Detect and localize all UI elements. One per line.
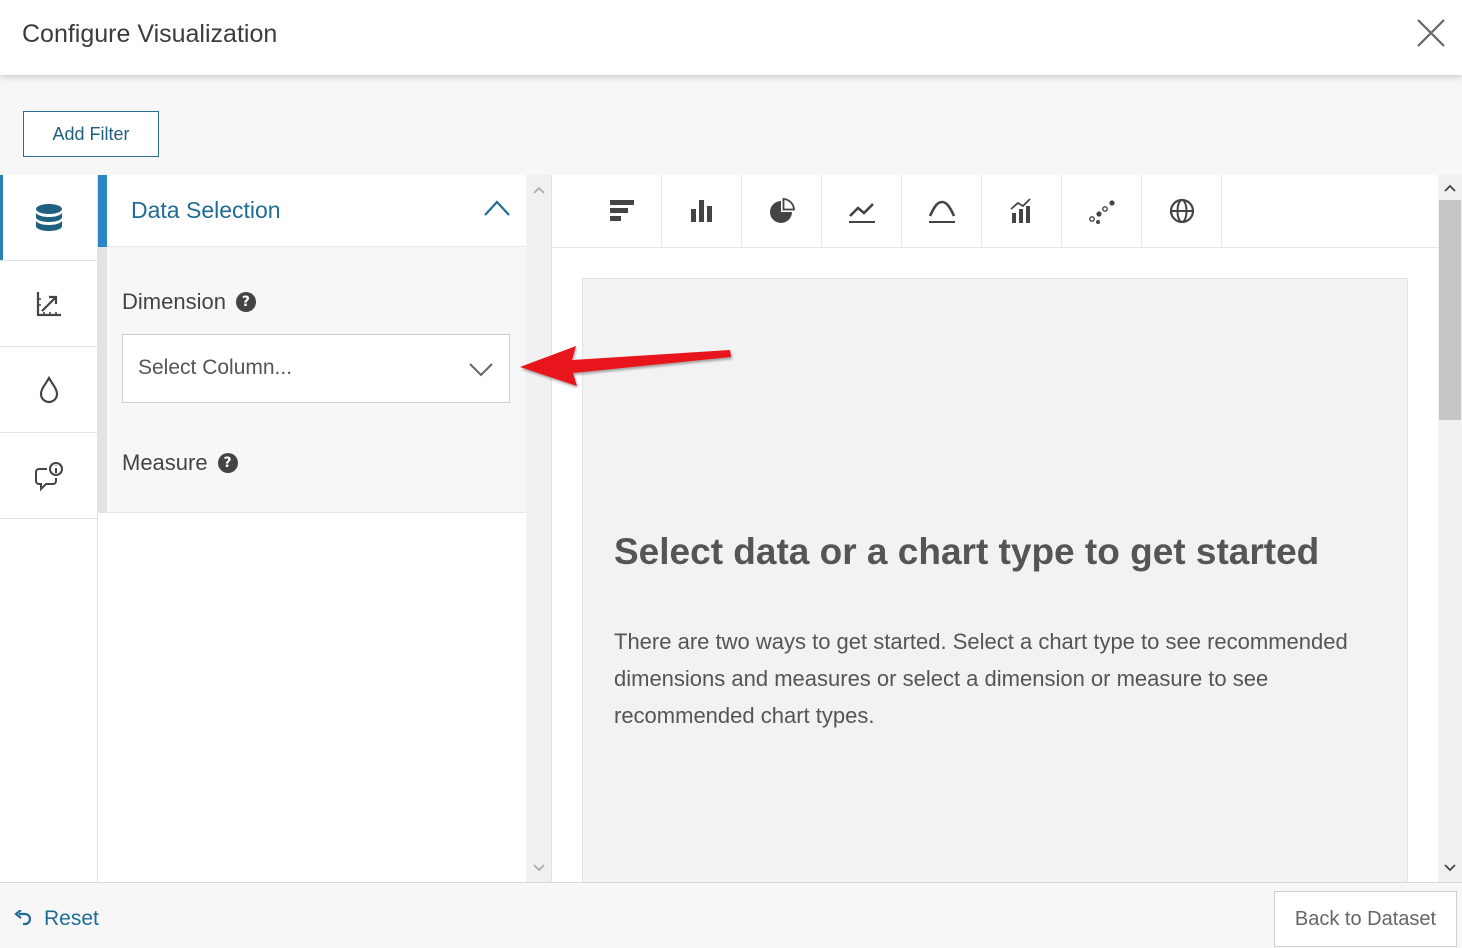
back-to-dataset-button[interactable]: Back to Dataset xyxy=(1274,891,1457,947)
info-bubble-icon xyxy=(34,461,63,491)
panel-accent-bar xyxy=(98,175,107,247)
empty-state-description: There are two ways to get started. Selec… xyxy=(614,629,1348,728)
close-icon xyxy=(1417,19,1445,47)
horizontal-bar-chart-icon xyxy=(609,200,634,221)
reset-button[interactable]: Reset xyxy=(14,907,99,931)
configure-visualization-dialog: Configure Visualization Add Filter Data … xyxy=(0,0,1462,948)
data-selection-title: Data Selection xyxy=(131,197,281,223)
measure-label-text: Measure xyxy=(122,450,208,475)
chart-type-map[interactable] xyxy=(1142,175,1222,247)
chart-type-column[interactable] xyxy=(662,175,742,247)
panel-gutter xyxy=(98,247,107,513)
annotation-arrow-icon xyxy=(520,346,731,386)
rail-item-info[interactable] xyxy=(0,433,97,519)
panel-scrollbar[interactable] xyxy=(526,175,552,882)
data-selection-body: Dimension ? Select Column... Measure ? xyxy=(107,247,526,513)
scroll-up-icon[interactable] xyxy=(532,185,546,195)
dialog-header: Configure Visualization xyxy=(0,0,1462,75)
line-chart-icon xyxy=(848,203,875,223)
area-chart-icon xyxy=(928,200,955,223)
measure-label: Measure ? xyxy=(122,450,238,476)
rail-item-data[interactable] xyxy=(0,175,97,261)
map-globe-icon xyxy=(1169,198,1194,224)
chevron-down-icon xyxy=(469,363,493,377)
dialog-title: Configure Visualization xyxy=(22,20,278,48)
chart-type-combo[interactable] xyxy=(982,175,1062,247)
reset-label: Reset xyxy=(44,907,99,930)
chart-type-pie[interactable] xyxy=(742,175,822,247)
chart-type-scatter[interactable] xyxy=(1062,175,1142,247)
scatter-plot-icon xyxy=(1088,200,1115,224)
pie-chart-icon xyxy=(769,198,795,223)
axis-chart-icon xyxy=(36,291,61,316)
filter-bar: Add Filter xyxy=(0,75,1462,175)
dimension-label-text: Dimension xyxy=(122,289,226,314)
dimension-select[interactable]: Select Column... xyxy=(122,334,510,403)
main-scrollbar[interactable] xyxy=(1438,175,1462,882)
chart-type-area[interactable] xyxy=(902,175,982,247)
dimension-help-icon[interactable]: ? xyxy=(235,292,256,312)
scroll-down-icon[interactable] xyxy=(532,863,546,873)
measure-help-icon[interactable]: ? xyxy=(217,453,238,473)
chevron-up-icon[interactable] xyxy=(482,197,512,219)
dialog-footer: Reset Back to Dataset xyxy=(0,882,1462,948)
dimension-select-value: Select Column... xyxy=(138,356,293,379)
chart-type-toolbar xyxy=(552,175,1438,248)
data-selection-header[interactable]: Data Selection xyxy=(107,175,526,247)
dimension-label: Dimension ? xyxy=(122,289,256,315)
chart-type-line[interactable] xyxy=(822,175,902,247)
rail-item-axis[interactable] xyxy=(0,261,97,347)
settings-rail xyxy=(0,175,98,882)
rail-item-color[interactable] xyxy=(0,347,97,433)
database-icon xyxy=(35,203,62,231)
data-selection-panel: Data Selection Dimension ? Select Column… xyxy=(98,175,526,882)
close-button[interactable] xyxy=(1414,16,1448,50)
undo-icon xyxy=(14,910,32,926)
main-scroll-down-icon[interactable] xyxy=(1443,863,1457,873)
combo-chart-icon xyxy=(1009,198,1031,223)
main-scroll-up-icon[interactable] xyxy=(1443,183,1457,193)
droplet-icon xyxy=(39,375,58,403)
empty-state-title: Select data or a chart type to get start… xyxy=(614,531,1320,572)
column-chart-icon xyxy=(690,200,712,222)
main-scroll-thumb[interactable] xyxy=(1439,200,1461,420)
chart-type-horizontal-bar[interactable] xyxy=(582,175,662,247)
add-filter-button[interactable]: Add Filter xyxy=(23,111,159,157)
